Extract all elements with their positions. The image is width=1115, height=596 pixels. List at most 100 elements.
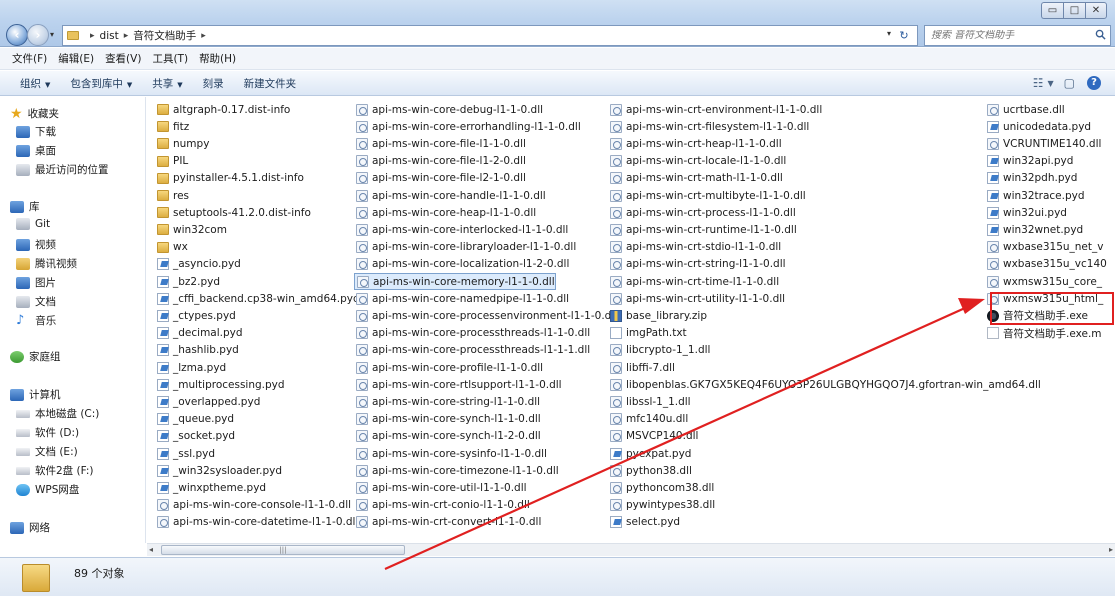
file-item[interactable]: fitz — [155, 118, 189, 135]
scrollbar-thumb[interactable]: ||| — [161, 545, 405, 555]
file-item[interactable]: wxbase315u_vc140 — [985, 256, 1107, 273]
scroll-right-icon[interactable]: ▸ — [1109, 545, 1113, 554]
file-item[interactable]: _multiprocessing.pyd — [155, 376, 285, 393]
file-item[interactable]: libssl-1_1.dll — [608, 393, 691, 410]
file-item[interactable]: api-ms-win-crt-heap-l1-1-0.dll — [608, 135, 782, 152]
search-icon[interactable] — [1095, 29, 1106, 40]
file-item[interactable]: ucrtbase.dll — [985, 101, 1065, 118]
file-item[interactable]: libopenblas.GK7GX5KEQ4F6UYO3P26ULGBQYHGQ… — [608, 376, 1041, 393]
file-item[interactable]: api-ms-win-core-libraryloader-l1-1-0.dll — [354, 239, 576, 256]
help-icon[interactable]: ? — [1087, 76, 1101, 90]
file-item[interactable]: api-ms-win-crt-process-l1-1-0.dll — [608, 204, 796, 221]
file-item[interactable]: libffi-7.dll — [608, 359, 675, 376]
file-item[interactable]: select.pyd — [608, 514, 680, 531]
file-item[interactable]: unicodedata.pyd — [985, 118, 1091, 135]
file-item[interactable]: api-ms-win-core-file-l2-1-0.dll — [354, 170, 526, 187]
nav-network[interactable]: 网络 — [10, 520, 50, 535]
file-item[interactable]: win32pdh.pyd — [985, 170, 1077, 187]
file-item[interactable]: api-ms-win-core-interlocked-l1-1-0.dll — [354, 221, 568, 238]
change-view-icon[interactable]: ☷ — [1033, 76, 1044, 90]
file-item[interactable]: api-ms-win-crt-runtime-l1-1-0.dll — [608, 221, 797, 238]
breadcrumb-current-folder[interactable]: 音符文档助手 — [133, 28, 196, 43]
file-item[interactable]: api-ms-win-core-sysinfo-l1-1-0.dll — [354, 445, 547, 462]
file-item[interactable]: api-ms-win-crt-stdio-l1-1-0.dll — [608, 239, 781, 256]
file-item[interactable]: api-ms-win-core-errorhandling-l1-1-0.dll — [354, 118, 581, 135]
minimize-button[interactable]: ▭ — [1041, 2, 1063, 19]
file-item[interactable]: pywintypes38.dll — [608, 497, 715, 514]
file-item[interactable]: MSVCP140.dll — [608, 428, 698, 445]
file-item[interactable]: pyexpat.pyd — [608, 445, 691, 462]
file-item[interactable]: libcrypto-1_1.dll — [608, 342, 710, 359]
file-item[interactable]: api-ms-win-crt-environment-l1-1-0.dll — [608, 101, 822, 118]
file-item[interactable]: api-ms-win-core-processthreads-l1-1-0.dl… — [354, 325, 590, 342]
nav-documents[interactable]: 文档 — [16, 294, 56, 309]
file-item[interactable]: api-ms-win-crt-convert-l1-1-0.dll — [354, 514, 541, 531]
file-item[interactable]: wxmsw315u_core_ — [985, 273, 1102, 290]
file-item[interactable]: _hashlib.pyd — [155, 342, 239, 359]
file-item[interactable]: _winxptheme.pyd — [155, 479, 266, 496]
file-item[interactable]: win32trace.pyd — [985, 187, 1085, 204]
file-item[interactable]: api-ms-win-crt-filesystem-l1-1-0.dll — [608, 118, 809, 135]
menu-edit[interactable]: 编辑(E) — [58, 51, 94, 66]
file-item[interactable]: api-ms-win-crt-utility-l1-1-0.dll — [608, 290, 785, 307]
file-item[interactable]: pyinstaller-4.5.1.dist-info — [155, 170, 304, 187]
file-item[interactable]: imgPath.txt — [608, 325, 687, 342]
nav-drive-e[interactable]: 文档 (E:) — [16, 444, 78, 459]
file-item[interactable]: _queue.pyd — [155, 411, 234, 428]
file-item[interactable]: wxbase315u_net_v — [985, 239, 1103, 256]
file-item[interactable]: _ctypes.pyd — [155, 307, 236, 324]
nav-recent-places[interactable]: 最近访问的位置 — [16, 162, 109, 177]
file-item[interactable]: 音符文档助手.exe.m — [985, 325, 1102, 342]
file-item[interactable]: _cffi_backend.cp38-win_amd64.pyd — [155, 290, 360, 307]
file-item[interactable]: api-ms-win-core-namedpipe-l1-1-0.dll — [354, 290, 569, 307]
file-item[interactable]: api-ms-win-core-synch-l1-1-0.dll — [354, 411, 541, 428]
file-item[interactable]: api-ms-win-crt-conio-l1-1-0.dll — [354, 497, 530, 514]
nav-git[interactable]: Git — [16, 218, 50, 230]
chevron-right-icon[interactable]: ▸ — [90, 31, 95, 41]
nav-libraries[interactable]: 库 — [10, 199, 40, 214]
file-item[interactable]: mfc140u.dll — [608, 411, 688, 428]
menu-help[interactable]: 帮助(H) — [199, 51, 236, 66]
search-input[interactable] — [931, 30, 1091, 41]
nav-desktop[interactable]: 桌面 — [16, 143, 56, 158]
file-item[interactable]: api-ms-win-core-rtlsupport-l1-1-0.dll — [354, 376, 562, 393]
organize-button[interactable]: 组织 ▼ — [20, 76, 50, 91]
file-item[interactable]: api-ms-win-core-file-l1-2-0.dll — [354, 153, 526, 170]
file-item[interactable]: _bz2.pyd — [155, 273, 220, 290]
nav-wps-cloud[interactable]: WPS网盘 — [16, 482, 79, 497]
horizontal-scrollbar[interactable]: ◂ ||| ▸ — [147, 543, 1115, 556]
file-item[interactable]: api-ms-win-core-timezone-l1-1-0.dll — [354, 462, 559, 479]
file-item[interactable]: api-ms-win-core-localization-l1-2-0.dll — [354, 256, 569, 273]
file-item[interactable]: _ssl.pyd — [155, 445, 215, 462]
file-item[interactable]: api-ms-win-core-memory-l1-1-0.dll — [354, 273, 556, 290]
file-item[interactable]: pythoncom38.dll — [608, 479, 714, 496]
file-item[interactable]: altgraph-0.17.dist-info — [155, 101, 290, 118]
file-item[interactable]: api-ms-win-core-processthreads-l1-1-1.dl… — [354, 342, 590, 359]
file-item[interactable]: api-ms-win-crt-locale-l1-1-0.dll — [608, 153, 786, 170]
menu-tools[interactable]: 工具(T) — [152, 51, 188, 66]
file-item[interactable]: _decimal.pyd — [155, 325, 243, 342]
file-item[interactable]: api-ms-win-core-profile-l1-1-0.dll — [354, 359, 543, 376]
breadcrumb-dist[interactable]: dist — [100, 30, 119, 42]
file-item[interactable]: api-ms-win-crt-math-l1-1-0.dll — [608, 170, 783, 187]
file-item[interactable]: numpy — [155, 135, 209, 152]
chevron-right-icon[interactable]: ▸ — [124, 31, 129, 41]
file-item[interactable]: api-ms-win-core-string-l1-1-0.dll — [354, 393, 540, 410]
file-item[interactable]: python38.dll — [608, 462, 692, 479]
file-item[interactable]: _lzma.pyd — [155, 359, 226, 376]
file-item[interactable]: _win32sysloader.pyd — [155, 462, 282, 479]
file-item[interactable]: base_library.zip — [608, 307, 707, 324]
share-button[interactable]: 共享 ▼ — [152, 76, 182, 91]
file-item[interactable]: _socket.pyd — [155, 428, 235, 445]
file-item[interactable]: _overlapped.pyd — [155, 393, 260, 410]
nav-homegroup[interactable]: 家庭组 — [10, 349, 61, 364]
file-item[interactable]: api-ms-win-crt-string-l1-1-0.dll — [608, 256, 786, 273]
search-box[interactable] — [924, 25, 1111, 46]
nav-drive-d[interactable]: 软件 (D:) — [16, 425, 79, 440]
file-item[interactable]: api-ms-win-core-file-l1-1-0.dll — [354, 135, 526, 152]
file-item[interactable]: api-ms-win-crt-time-l1-1-0.dll — [608, 273, 779, 290]
file-item[interactable]: _asyncio.pyd — [155, 256, 241, 273]
file-item[interactable]: api-ms-win-core-console-l1-1-0.dll — [155, 497, 351, 514]
view-options-dropdown-icon[interactable]: ▼ — [1048, 79, 1054, 88]
refresh-icon[interactable]: ↻ — [895, 27, 913, 44]
